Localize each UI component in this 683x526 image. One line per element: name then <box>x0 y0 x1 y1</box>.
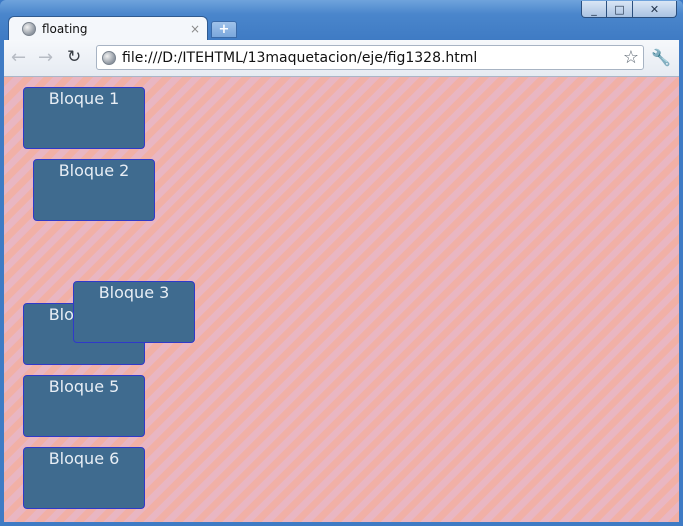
back-arrow-icon[interactable]: ← <box>11 49 26 67</box>
tab-title: floating <box>42 21 88 36</box>
block-5: Bloque 5 <box>23 375 145 437</box>
maximize-button[interactable]: □ <box>607 1 633 18</box>
block-6: Bloque 6 <box>23 447 145 509</box>
new-tab-button[interactable]: + <box>211 21 237 38</box>
tab-floating[interactable]: floating × <box>8 16 208 40</box>
close-window-button[interactable]: ✕ <box>633 1 677 18</box>
forward-arrow-icon[interactable]: → <box>38 49 53 67</box>
toolbar: ← → ↻ file:///D:/ITEHTML/13maquetacion/e… <box>4 40 679 77</box>
address-bar[interactable]: file:///D:/ITEHTML/13maquetacion/eje/fig… <box>96 45 644 70</box>
tab-close-icon[interactable]: × <box>190 22 200 36</box>
page-content: Bloque 1 Bloque 2 Bloque 4 Bloque 3 Bloq… <box>4 77 679 522</box>
block-1: Bloque 1 <box>23 87 145 149</box>
reload-icon[interactable]: ↻ <box>67 48 81 66</box>
url-text[interactable]: file:///D:/ITEHTML/13maquetacion/eje/fig… <box>122 50 623 66</box>
page-globe-icon <box>102 50 116 65</box>
bookmark-star-icon[interactable]: ☆ <box>623 47 639 68</box>
globe-icon <box>22 21 36 36</box>
window-controls: _ □ ✕ <box>581 1 677 19</box>
block-2: Bloque 2 <box>33 159 155 221</box>
wrench-icon[interactable]: 🔧 <box>651 48 671 67</box>
browser-window: _ □ ✕ floating × + ← → ↻ file:///D:/ITEH… <box>0 0 683 526</box>
block-3: Bloque 3 <box>73 281 195 343</box>
minimize-button[interactable]: _ <box>581 1 607 18</box>
